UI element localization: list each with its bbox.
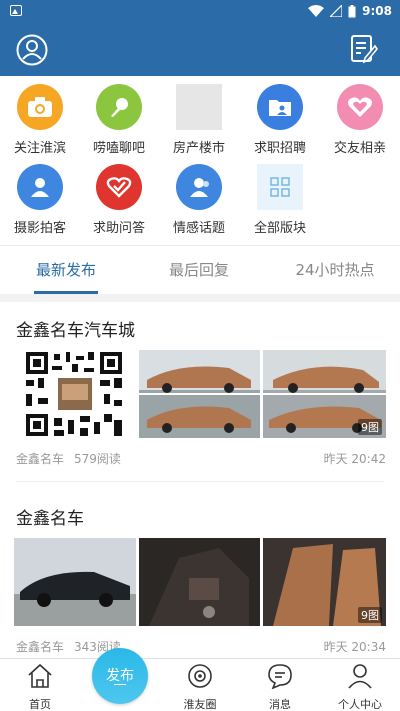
heart-check-icon <box>96 164 142 210</box>
car-photo[interactable] <box>139 350 260 438</box>
category-emotion[interactable]: 情感话题 <box>159 164 239 236</box>
camera-icon <box>17 84 63 130</box>
signal-icon <box>330 5 343 17</box>
publish-underline <box>114 684 126 685</box>
nav-label: 淮友圈 <box>183 698 217 711</box>
heart-icon <box>337 84 383 130</box>
wifi-icon <box>308 5 325 17</box>
nav-label: 首页 <box>29 698 51 711</box>
category-label: 关注淮滨 <box>13 141 66 156</box>
car-interior-photo[interactable] <box>139 538 260 626</box>
post-time: 昨天 20:34 <box>323 640 386 654</box>
circle-icon <box>188 664 212 688</box>
nav-circle[interactable]: 淮友圈 <box>160 663 240 711</box>
tab-last-reply[interactable]: 最后回复 <box>155 246 243 294</box>
microphone-icon <box>96 84 142 130</box>
home-icon <box>28 663 52 688</box>
edit-note-icon[interactable] <box>350 34 378 64</box>
publish-button[interactable]: 发布 <box>92 648 148 704</box>
category-label: 摄影拍客 <box>13 221 66 236</box>
nav-profile[interactable]: 个人中心 <box>320 663 400 711</box>
category-label: 求助问答 <box>92 221 145 236</box>
qr-code-image[interactable] <box>14 350 134 438</box>
category-label: 求职招聘 <box>253 141 306 156</box>
post-author[interactable]: 金鑫名车 <box>16 452 64 466</box>
category-label: 全部版块 <box>253 221 306 236</box>
gallery-notification-icon <box>10 5 22 16</box>
user-icon <box>17 164 63 210</box>
app-header <box>0 24 400 76</box>
category-all-boards[interactable]: 全部版块 <box>240 164 320 236</box>
tab-latest[interactable]: 最新发布 <box>22 246 110 294</box>
nav-messages[interactable]: 消息 <box>240 663 320 711</box>
section-gap <box>0 294 400 302</box>
status-time: 9:08 <box>362 4 392 18</box>
feed-tabs: 最新发布 最后回复 24小时热点 <box>0 246 400 294</box>
bottom-nav: 首页 淮友圈 消息 个人中心 <box>0 658 400 711</box>
publish-label: 发布 <box>106 668 134 684</box>
post-meta: 金鑫名车 343阅读 昨天 20:34 <box>16 638 386 655</box>
category-help-qa[interactable]: 求助问答 <box>79 164 159 236</box>
car-photo[interactable]: 9图 <box>263 350 386 438</box>
nav-label: 消息 <box>269 698 291 711</box>
person-icon <box>348 664 372 689</box>
post-images[interactable]: 9图 <box>14 538 386 626</box>
users-icon <box>176 164 222 210</box>
placeholder-icon <box>176 84 222 130</box>
category-dating[interactable]: 交友相亲 <box>320 84 400 156</box>
car-interior-photo[interactable]: 9图 <box>263 538 386 626</box>
post-meta: 金鑫名车 579阅读 昨天 20:42 <box>16 450 386 467</box>
status-bar: 9:08 <box>0 0 400 24</box>
user-avatar-icon[interactable] <box>16 34 48 66</box>
tab-24h-hot[interactable]: 24小时热点 <box>280 246 390 294</box>
post-card[interactable]: 金鑫名车 9图 金鑫名车 343阅读 昨天 20:34 <box>0 482 400 658</box>
post-title[interactable]: 金鑫名车汽车城 <box>16 316 135 341</box>
category-label: 交友相亲 <box>333 141 386 156</box>
post-images[interactable]: 9图 <box>14 350 386 438</box>
category-follow-huaibin[interactable]: 关注淮滨 <box>0 84 80 156</box>
image-count-badge: 9图 <box>358 607 382 623</box>
category-photography[interactable]: 摄影拍客 <box>0 164 80 236</box>
grid-icon <box>257 164 303 210</box>
category-label: 房产楼市 <box>172 141 225 156</box>
message-icon <box>268 664 292 690</box>
nav-label: 个人中心 <box>338 698 382 711</box>
category-chat[interactable]: 唠嗑聊吧 <box>79 84 159 156</box>
category-jobs[interactable]: 求职招聘 <box>240 84 320 156</box>
battery-icon <box>348 4 356 17</box>
post-author[interactable]: 金鑫名车 <box>16 640 64 654</box>
post-title[interactable]: 金鑫名车 <box>16 504 84 529</box>
category-label: 唠嗑聊吧 <box>92 141 145 156</box>
category-label: 情感话题 <box>172 221 225 236</box>
post-time: 昨天 20:42 <box>323 452 386 466</box>
post-reads: 579阅读 <box>74 452 121 466</box>
car-photo[interactable] <box>14 538 136 626</box>
nav-home[interactable]: 首页 <box>0 663 80 711</box>
category-real-estate[interactable]: 房产楼市 <box>159 84 239 156</box>
post-card[interactable]: 金鑫名车汽车城 9图 金鑫名车 579阅读 昨天 20:42 <box>0 302 400 482</box>
folder-user-icon <box>257 84 303 130</box>
image-count-badge: 9图 <box>358 419 382 435</box>
